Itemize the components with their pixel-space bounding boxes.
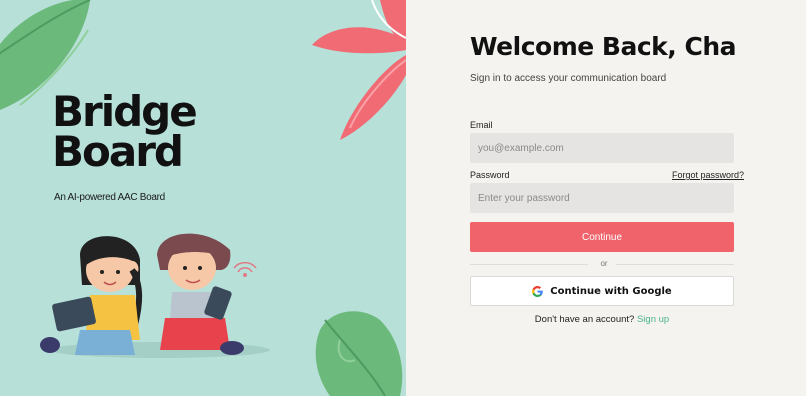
hero-panel: Bridge Board An AI-powered AAC Board [0, 0, 406, 396]
brand-tagline: An AI-powered AAC Board [54, 192, 165, 203]
boy-illustration [157, 233, 244, 355]
brand-logo: Bridge Board [52, 87, 198, 176]
brand-line-2: Board [52, 127, 184, 176]
page-title: Welcome Back, Cha [470, 32, 737, 61]
girl-illustration [40, 236, 143, 355]
no-account-text: Don't have an account? [534, 314, 635, 325]
password-label: Password [470, 170, 510, 180]
email-field[interactable] [470, 133, 734, 163]
page-subtitle: Sign in to access your communication boa… [470, 73, 667, 84]
google-button-label: Continue with Google [550, 285, 672, 297]
forgot-password-link[interactable]: Forgot password? [672, 170, 744, 180]
divider-or-label: or [600, 259, 608, 268]
flower-icon [312, 0, 406, 140]
signup-row: Don't have an account? Sign up [470, 314, 734, 325]
divider-line-left [470, 264, 588, 265]
wifi-signal-icon [233, 261, 257, 277]
password-field[interactable] [470, 183, 734, 213]
google-signin-button[interactable]: Continue with Google [470, 276, 734, 306]
continue-button[interactable]: Continue [470, 222, 734, 252]
google-icon [532, 285, 544, 297]
leaf-icon [315, 311, 403, 396]
email-label: Email [470, 120, 493, 130]
login-panel: Welcome Back, Cha Sign in to access your… [406, 0, 806, 396]
brand-line-1: Bridge [52, 87, 198, 136]
divider-line-right [616, 264, 734, 265]
signup-link[interactable]: Sign up [637, 314, 669, 325]
